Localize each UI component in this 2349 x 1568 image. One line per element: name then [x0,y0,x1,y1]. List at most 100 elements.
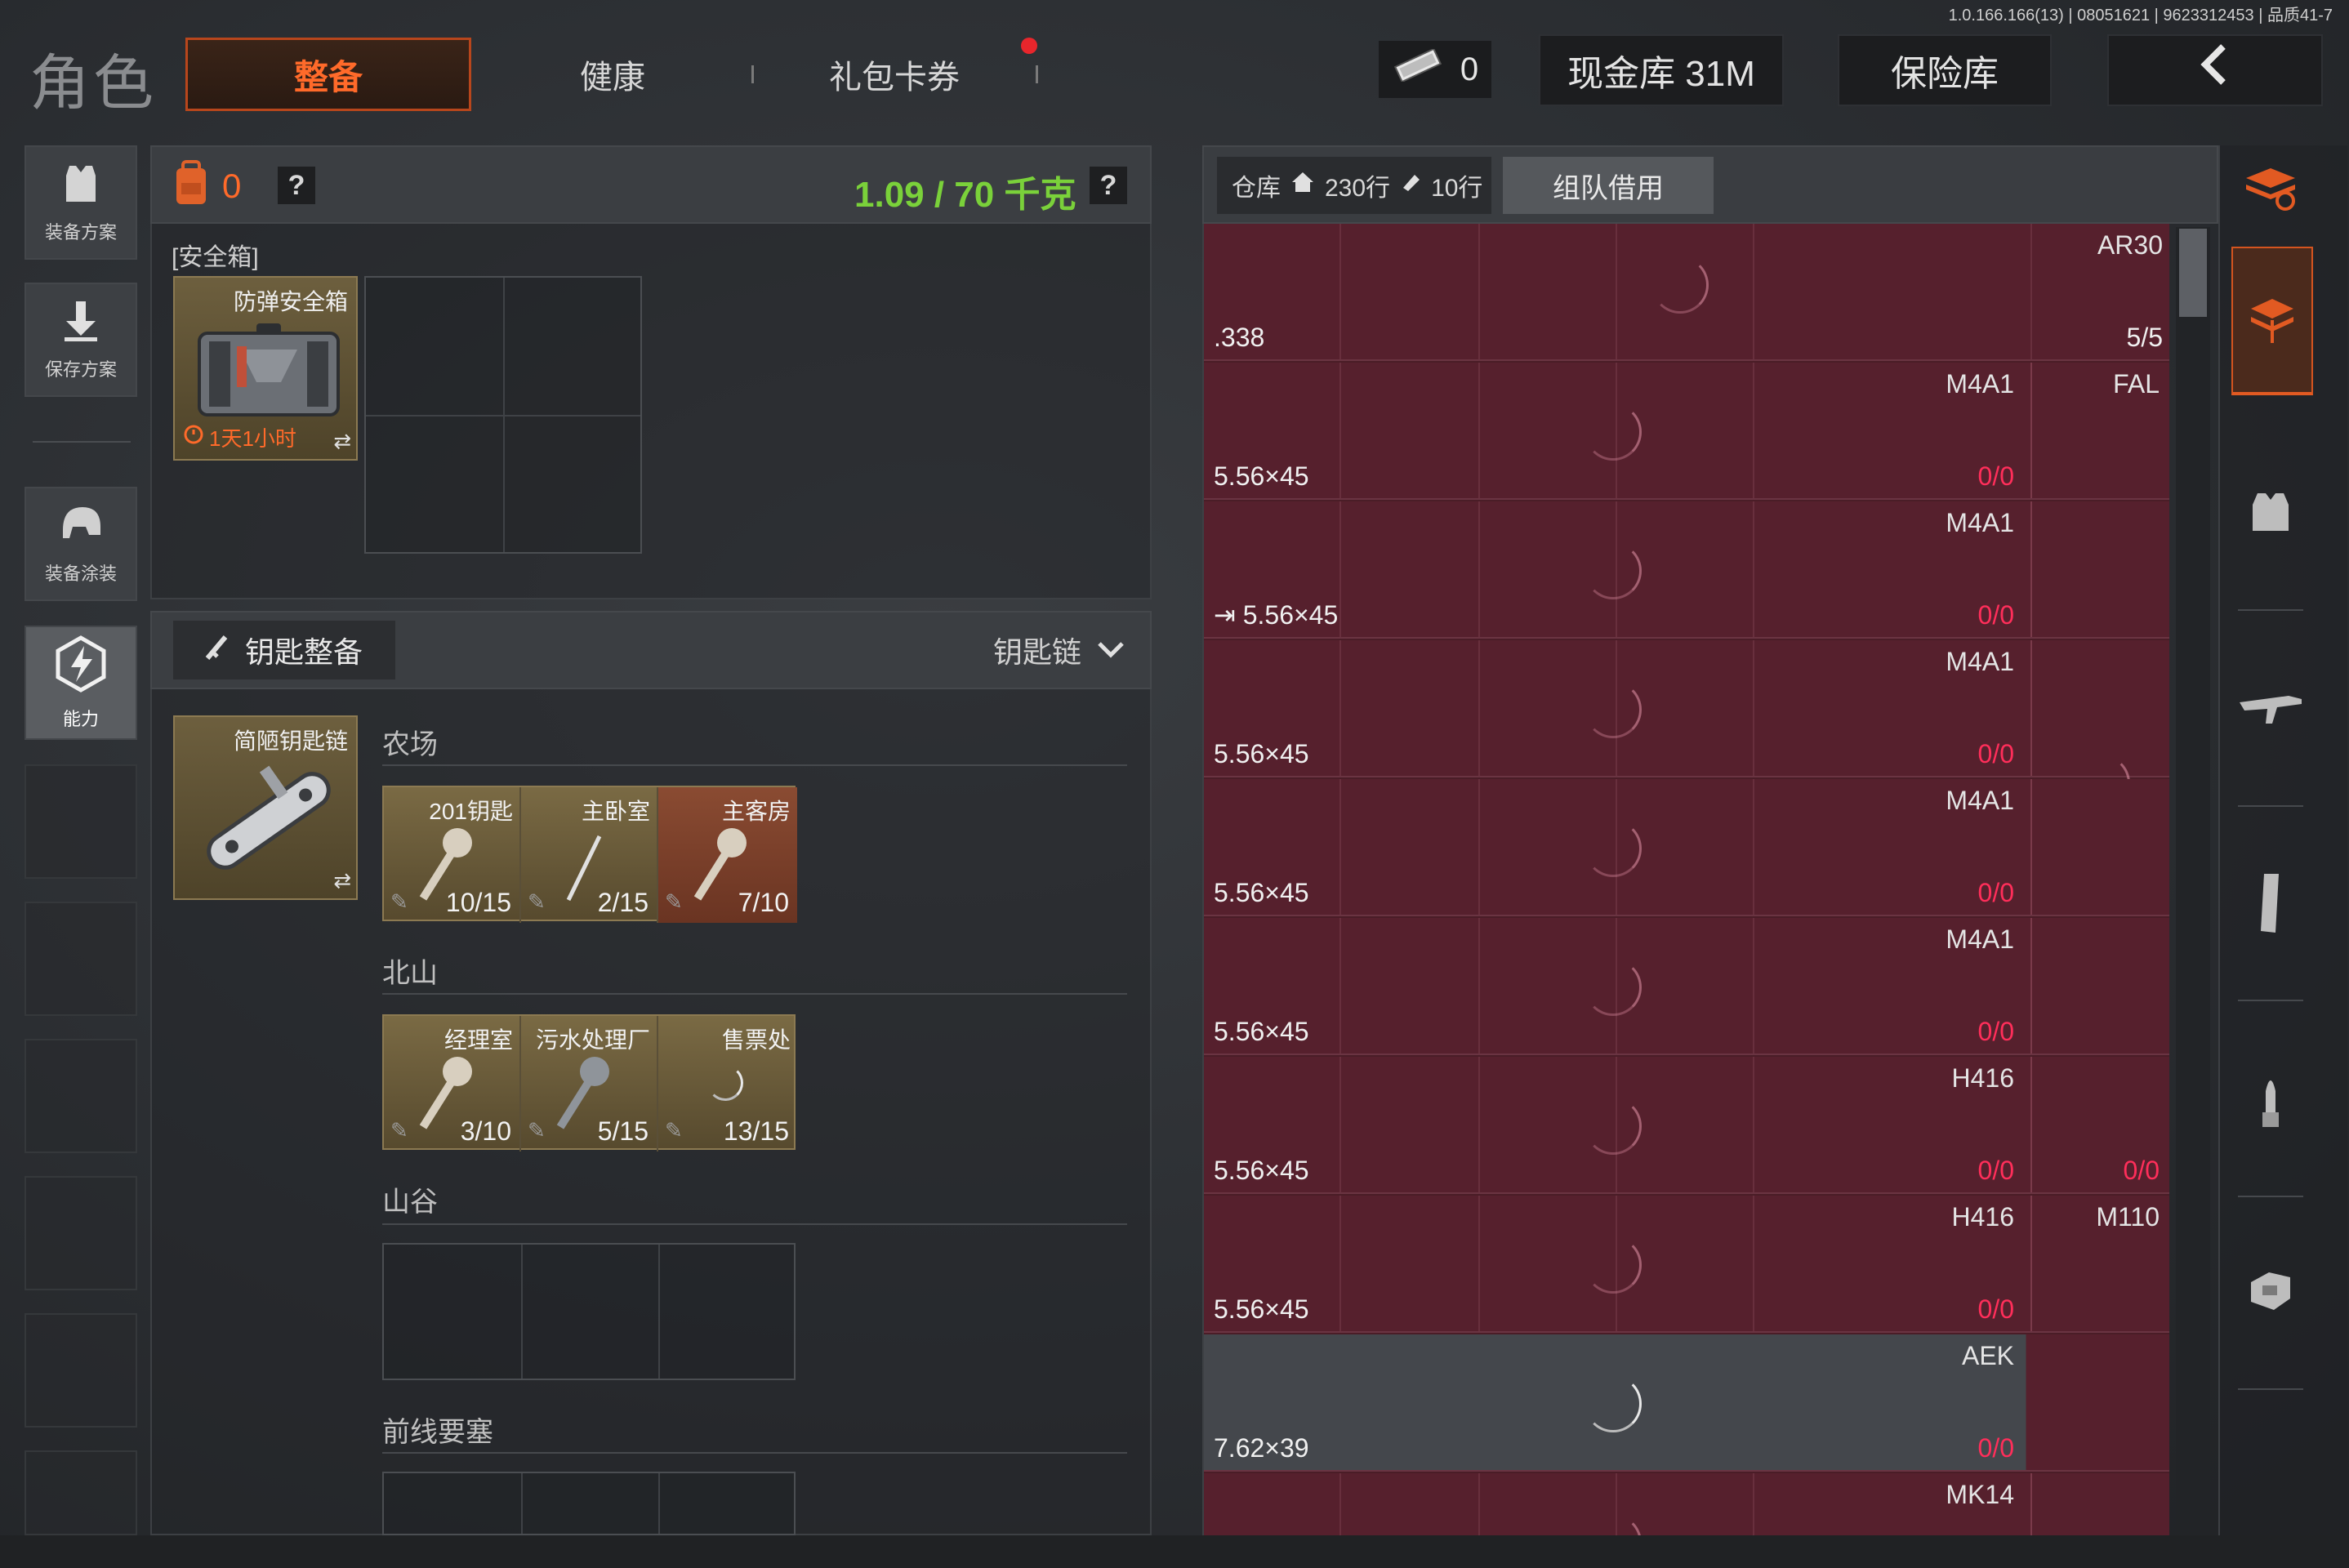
weapon-caliber: 5.56×45 [1214,1294,1309,1324]
weapon-ammo: 0/0 [1977,1433,2014,1463]
keychain-dropdown[interactable]: 钥匙链 [993,629,1125,671]
key-name: 201钥匙 [429,799,513,824]
warehouse-row[interactable]: M4A1 5.56×45 0/0 [1204,779,2169,916]
home-rows: 230行 [1325,175,1391,202]
key-gear-title-tab[interactable]: 钥匙整备 [173,621,395,679]
rifle-icon[interactable] [2230,666,2311,748]
weapon-name: AR30 [2097,230,2163,260]
helmet-icon [56,502,105,553]
cash-vault-button[interactable]: 现金库 31M [1539,34,1784,106]
warehouse-row[interactable]: AEK 7.62×39 0/0 [1204,1334,2169,1472]
team-borrow-tab[interactable]: 组队借用 [1503,157,1714,214]
sidebar-item-ability[interactable]: 能力 [25,626,137,740]
warehouse-grid: AR30 .338 5/5 M4A1 FAL 5.56×45 0/0 M4A1 … [1202,224,2169,1535]
warehouse-scrollbar[interactable] [2176,227,2210,1534]
warehouse-row[interactable]: M4A1 ⇥ 5.56×45 0/0 [1204,501,2169,639]
ticket-icon [1400,172,1421,199]
key-slot-manager-office[interactable]: 经理室 ✎ 3/10 [384,1016,521,1152]
warehouse-row[interactable]: M4A1 FAL 5.56×45 0/0 [1204,363,2169,500]
warehouse-row[interactable]: AR30 .338 5/5 [1204,224,2169,361]
warehouse-row[interactable]: H416 5.56×45 0/0 0/0 [1204,1057,2169,1194]
bottom-strip [0,1535,2349,1568]
back-button[interactable] [2107,34,2323,106]
clock-icon [183,424,204,451]
warehouse-row[interactable]: MK14 [1204,1473,2169,1535]
sidebar-item-save-plan[interactable]: 保存方案 [25,283,137,397]
warehouse-tab[interactable]: 仓库 230行 10行 [1217,157,1491,214]
stack-refresh-icon[interactable] [2230,147,2311,229]
key-slot-ticket-office[interactable]: 售票处 ✎ 13/15 [658,1016,797,1152]
keychain-item[interactable]: 简陋钥匙链 ⇄ [173,715,358,900]
weapon-name: M4A1 [1946,508,2014,537]
weapon-name: MK14 [1946,1480,2014,1509]
safe-box-item[interactable]: 防弹安全箱 1天1小时 ⇄ [173,276,358,461]
chevron-down-icon [1096,633,1125,667]
sidebar-item-label: 装备方案 [44,222,117,243]
swap-icon: ⇄ [333,868,351,893]
weapon-ammo: 5/5 [2126,323,2163,352]
sidebar-empty-slot [25,1450,137,1535]
warehouse-row[interactable]: H416 M110 5.56×45 0/0 [1204,1196,2169,1333]
vest-icon[interactable] [2230,1250,2311,1331]
section-divider [382,764,1127,766]
key-slot-201[interactable]: 201钥匙 ✎ 10/15 [384,787,521,923]
tab-gift-coupons[interactable]: 礼包卡券 [805,38,984,111]
key-row-valley-empty [382,1243,796,1380]
section-divider [382,993,1127,995]
ammo-icon[interactable] [2230,1058,2311,1140]
filter-divider [2238,1196,2303,1197]
safe-vault-button[interactable]: 保险库 [1838,34,2052,106]
sidebar-item-gear-skin[interactable]: 装备涂装 [25,487,137,601]
key-row-farm: 201钥匙 ✎ 10/15 主卧室 ✎ 2/15 主客房 ✎ 7/10 [382,786,797,923]
money-counter[interactable]: 0 [1379,41,1491,98]
key-name: 主卧室 [581,799,650,824]
tab-health[interactable]: 健康 [523,38,702,111]
section-divider [382,1223,1127,1225]
sidebar-item-gear-plan[interactable]: 装备方案 [25,145,137,260]
key-slot-master-guest-room[interactable]: 主客房 ✎ 7/10 [658,787,797,923]
money-value: 0 [1460,51,1479,87]
key-count: 13/15 [723,1116,789,1146]
key-name: 售票处 [721,1027,791,1053]
weapon-name: FAL [2113,369,2160,399]
tab-separator [751,65,754,83]
loading-spinner [1651,256,1709,314]
weapon-name: H416 [1951,1202,2015,1232]
notification-dot [1021,38,1037,54]
key-row-front-fortress-empty [382,1472,796,1535]
weight-help-button[interactable]: ? [1090,167,1127,204]
armor-icon[interactable] [2230,470,2311,552]
magazine-icon[interactable] [2230,862,2311,944]
key-count: 10/15 [445,888,511,917]
weapon-name: M4A1 [1946,647,2014,676]
filter-divider [2238,1000,2303,1001]
warehouse-scroll-thumb[interactable] [2179,229,2207,317]
safe-box-timer: 1天1小时 [183,422,296,452]
inventory-icon[interactable] [2231,247,2313,395]
key-name: 经理室 [444,1027,513,1053]
weapon-ammo: 0/0 [1977,600,2014,630]
key-tag-icon: ✎ [390,889,408,914]
key-section-north-mountain: 北山 [382,958,438,989]
home-icon [1290,171,1315,200]
loading-spinner [1585,681,1642,738]
sidebar-empty-slot [25,1039,137,1153]
filter-divider [2238,805,2303,807]
weapon-caliber: 5.56×45 [1214,739,1309,768]
backpack-help-button[interactable]: ? [278,167,315,204]
ability-icon [51,635,110,698]
key-count: 5/15 [597,1116,649,1146]
warehouse-row[interactable]: M4A1 5.56×45 0/0 [1204,640,2169,812]
weight-readout: 1.09 / 70 千克 [854,175,1076,215]
version-info: 1.0.166.166(13) | 08051621 | 9623312453 … [1948,7,2333,24]
key-slot-sewage-plant[interactable]: 污水处理厂 ✎ 5/15 [521,1016,658,1152]
tab-gear[interactable]: 整备 [185,38,471,111]
warehouse-row[interactable]: M4A1 5.56×45 0/0 [1204,918,2169,1055]
sidebar-item-label: 保存方案 [44,359,117,380]
key-slot-master-bedroom[interactable]: 主卧室 ✎ 2/15 [521,787,658,923]
key-count: 3/10 [460,1116,511,1146]
loading-spinner [1585,1236,1642,1294]
weapon-ammo: 0/0 [1977,1156,2014,1185]
backpack-icon [172,160,211,212]
back-arrow-icon [2191,40,2240,100]
